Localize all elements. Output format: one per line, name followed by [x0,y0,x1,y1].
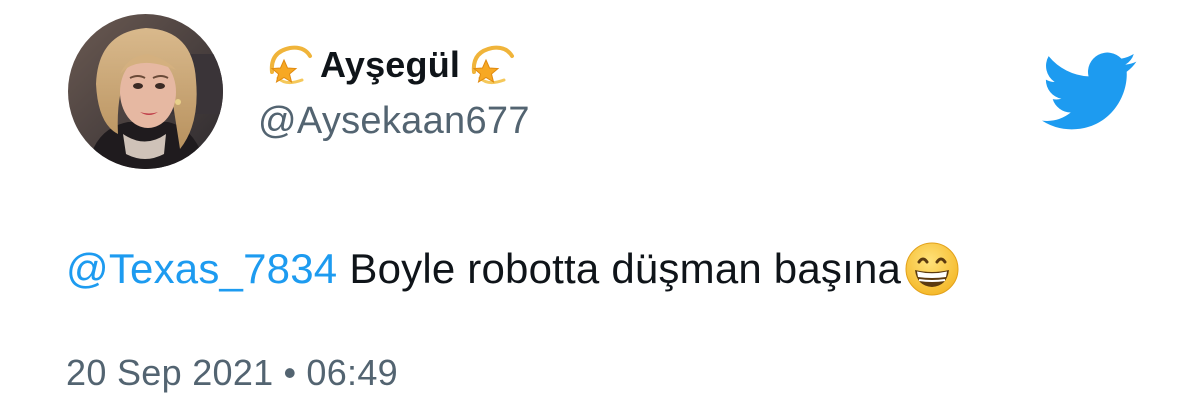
twitter-bird-icon[interactable] [1042,52,1138,132]
tweet-timestamp: 20 Sep 2021 • 06:49 [66,352,398,394]
display-name: Ayşegül [320,44,461,85]
dizzy-star-icon [466,42,516,88]
tweet-date[interactable]: 20 Sep 2021 [66,352,274,394]
grinning-face-emoji-icon [903,240,961,298]
separator-dot: • [283,352,297,393]
user-handle[interactable]: @Aysekaan677 [258,100,530,143]
avatar[interactable] [68,14,223,169]
dizzy-star-icon [264,42,314,88]
tweet-time[interactable]: 06:49 [306,352,398,394]
mention-link[interactable]: @Texas_7834 [66,245,337,293]
display-name-row[interactable]: Ayşegül [264,40,516,90]
tweet-card: Ayşegül @Aysekaan677 @Texas_7834 Boyle r… [0,0,1200,405]
tweet-body-text: Boyle robotta düşman başına [349,245,902,292]
tweet-text: @Texas_7834 Boyle robotta düşman başına [66,240,961,298]
